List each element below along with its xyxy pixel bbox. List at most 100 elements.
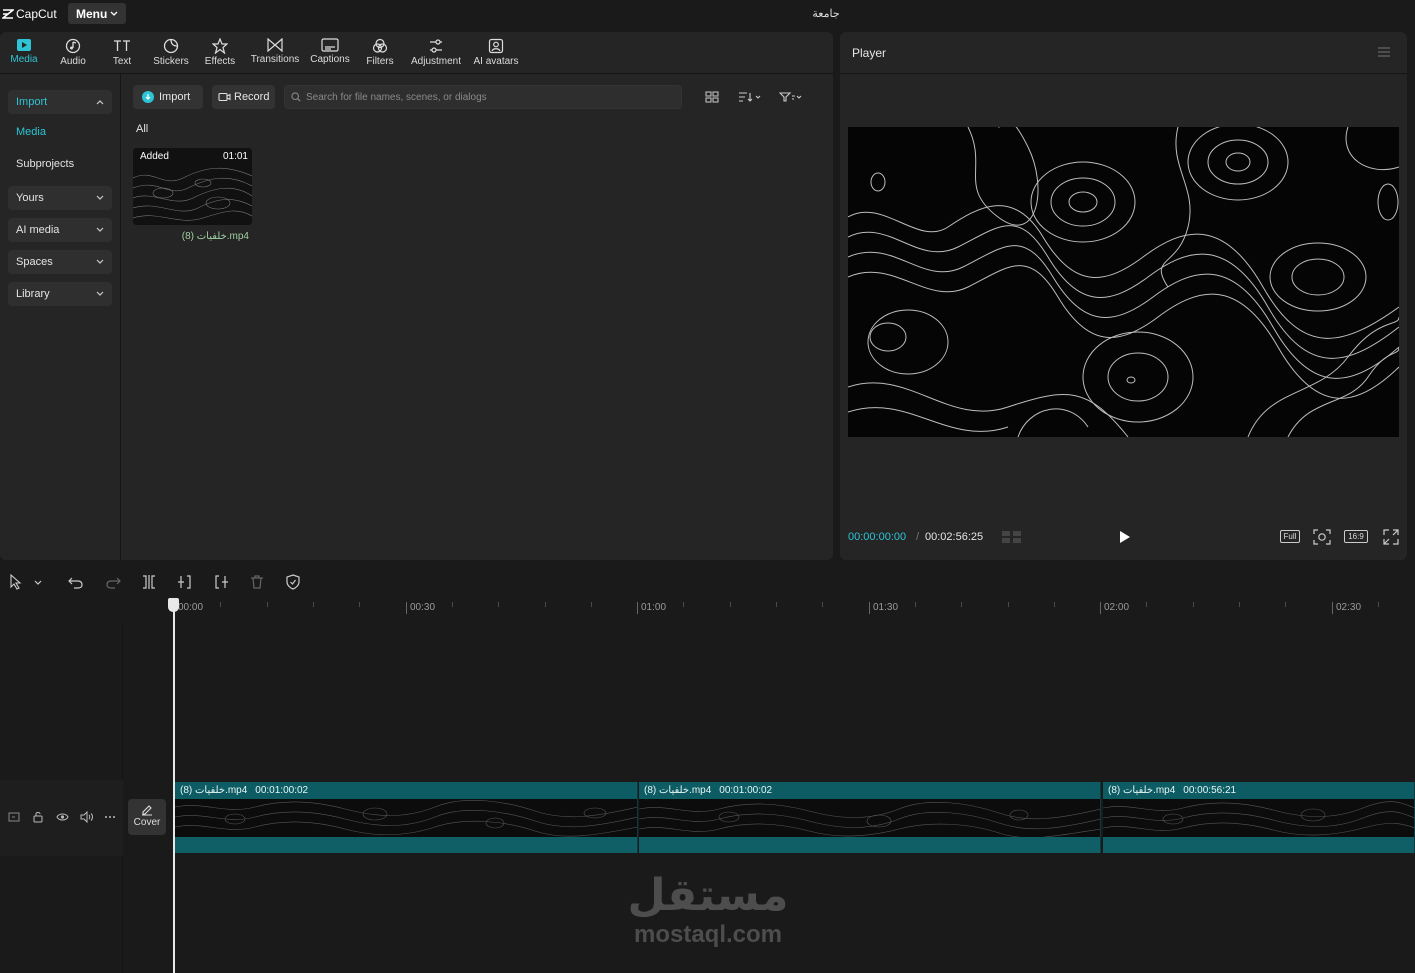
hamburger-menu-icon[interactable] xyxy=(1377,46,1391,58)
select-tool-icon[interactable] xyxy=(9,574,43,590)
clip-name: خلفيات (8).mp4 xyxy=(644,785,712,796)
captions-icon xyxy=(321,38,339,52)
sidebar-item-ai-media-label: AI media xyxy=(16,224,60,236)
media-filename: خلفيات (8).mp4 xyxy=(181,231,249,242)
import-button[interactable]: Import xyxy=(133,85,203,109)
split-right-icon[interactable] xyxy=(213,574,229,590)
ruler-minor-tick xyxy=(220,602,221,607)
sidebar-item-ai-media[interactable]: AI media xyxy=(8,218,112,242)
sidebar-item-media[interactable]: Media xyxy=(16,126,46,138)
sidebar-item-library[interactable]: Library xyxy=(8,282,112,306)
ruler-label: 02:30 xyxy=(1332,602,1361,614)
clip-header: خلفيات (8).mp4 00:00:56:21 xyxy=(1103,782,1414,799)
ruler-label: 01:30 xyxy=(869,602,898,614)
tab-audio-label: Audio xyxy=(60,56,86,67)
sidebar-item-spaces-label: Spaces xyxy=(16,256,53,268)
search-input[interactable] xyxy=(306,91,666,103)
tab-text[interactable]: Text xyxy=(110,38,134,67)
aspect-ratio-button[interactable]: 16:9 xyxy=(1344,530,1368,543)
clip-duration: 00:01:00:02 xyxy=(255,785,309,796)
chevron-down-icon xyxy=(110,11,118,16)
tab-audio[interactable]: Audio xyxy=(58,38,88,67)
player-header: Player xyxy=(840,32,1407,74)
video-preview[interactable] xyxy=(848,127,1399,437)
sidebar-item-yours[interactable]: Yours xyxy=(8,186,112,210)
cover-button[interactable]: Cover xyxy=(128,799,166,835)
clip-filmstrip xyxy=(639,799,1100,837)
audio-icon xyxy=(65,38,81,54)
shield-icon[interactable] xyxy=(285,574,301,590)
adjustment-icon xyxy=(430,39,442,53)
ruler-minor-tick xyxy=(683,602,684,607)
zoom-fit-icon[interactable] xyxy=(1313,529,1331,545)
split-left-icon[interactable] xyxy=(177,574,193,590)
ruler-minor-tick xyxy=(1378,602,1379,607)
full-quality-button[interactable]: Full xyxy=(1280,530,1300,543)
search-field[interactable] xyxy=(284,85,682,109)
eye-icon[interactable] xyxy=(56,812,69,822)
clip-filmstrip xyxy=(1103,799,1414,837)
split-icon[interactable] xyxy=(141,574,157,590)
clip-header: خلفيات (8).mp4 00:01:00:02 xyxy=(175,782,637,799)
tab-adjustment[interactable]: Adjustment xyxy=(408,38,464,67)
sidebar-item-import[interactable]: Import xyxy=(8,90,112,114)
delete-icon[interactable] xyxy=(249,574,265,590)
filter-all-label[interactable]: All xyxy=(136,123,148,135)
player-title: Player xyxy=(852,46,887,60)
play-icon[interactable] xyxy=(1117,529,1131,545)
import-button-label: Import xyxy=(159,91,191,103)
timeline-ruler[interactable]: 00:00 00:30 01:00 01:30 02:00 02:30 xyxy=(174,598,1415,618)
sidebar-item-spaces[interactable]: Spaces xyxy=(8,250,112,274)
added-badge: Added xyxy=(140,151,169,162)
filters-icon xyxy=(372,38,388,53)
volume-icon[interactable] xyxy=(80,811,93,823)
grid-view-button[interactable] xyxy=(705,91,719,103)
ruler-label: 01:00 xyxy=(637,602,666,614)
timeline-clip[interactable]: خلفيات (8).mp4 00:01:00:02 xyxy=(175,782,638,853)
track-thumbnail-icon[interactable] xyxy=(8,812,20,822)
more-options-icon[interactable] xyxy=(104,814,116,820)
playhead-handle[interactable] xyxy=(168,598,179,612)
fullscreen-icon[interactable] xyxy=(1383,529,1399,545)
record-button[interactable]: Record xyxy=(212,85,275,109)
tab-media-label: Media xyxy=(10,54,38,65)
asset-toolbar: Media Audio Text Stickers Effects Transi… xyxy=(0,32,833,74)
undo-icon[interactable] xyxy=(68,574,84,590)
frame-grid-icon[interactable] xyxy=(1000,529,1024,545)
clip-audio-strip xyxy=(175,837,637,853)
title-bar: CapCut Menu جامعة xyxy=(0,0,1415,28)
redo-icon[interactable] xyxy=(105,574,121,590)
project-title: جامعة xyxy=(812,8,840,20)
tab-media[interactable]: Media xyxy=(9,38,39,65)
tab-captions[interactable]: Captions xyxy=(309,38,351,65)
ruler-minor-tick xyxy=(1054,602,1055,607)
chevron-down-icon xyxy=(96,227,104,232)
lock-icon[interactable] xyxy=(32,811,44,823)
sidebar-item-import-label: Import xyxy=(16,96,48,108)
media-thumbnail[interactable]: Added 01:01 xyxy=(133,148,252,225)
filter-button[interactable] xyxy=(779,91,803,103)
tab-transitions[interactable]: Transitions xyxy=(249,38,301,65)
transitions-icon xyxy=(267,38,283,52)
stickers-icon xyxy=(163,38,179,54)
sort-button[interactable] xyxy=(738,91,762,103)
playhead-line[interactable] xyxy=(173,598,175,973)
ruler-minor-tick xyxy=(267,602,268,607)
tab-ai-avatars[interactable]: AI avatars xyxy=(472,38,520,67)
tab-effects[interactable]: Effects xyxy=(203,38,237,67)
sidebar-item-yours-label: Yours xyxy=(16,192,44,204)
cover-label: Cover xyxy=(133,817,161,828)
tab-transitions-label: Transitions xyxy=(250,54,300,65)
clip-audio-strip xyxy=(1103,837,1414,853)
timeline-clip[interactable]: خلفيات (8).mp4 00:00:56:21 xyxy=(1103,782,1415,853)
sidebar-item-subprojects[interactable]: Subprojects xyxy=(16,158,74,170)
clip-duration: 00:00:56:21 xyxy=(1183,785,1237,796)
clip-duration: 00:01:00:02 xyxy=(719,785,773,796)
chevron-down-icon xyxy=(96,291,104,296)
tab-filters[interactable]: Filters xyxy=(364,38,396,67)
timeline-clip[interactable]: خلفيات (8).mp4 00:01:00:02 xyxy=(639,782,1101,853)
menu-button[interactable]: Menu xyxy=(68,3,127,24)
clip-filmstrip xyxy=(175,799,637,837)
media-sidebar: Import Media Subprojects Yours AI media … xyxy=(0,74,121,560)
tab-stickers[interactable]: Stickers xyxy=(151,38,191,67)
